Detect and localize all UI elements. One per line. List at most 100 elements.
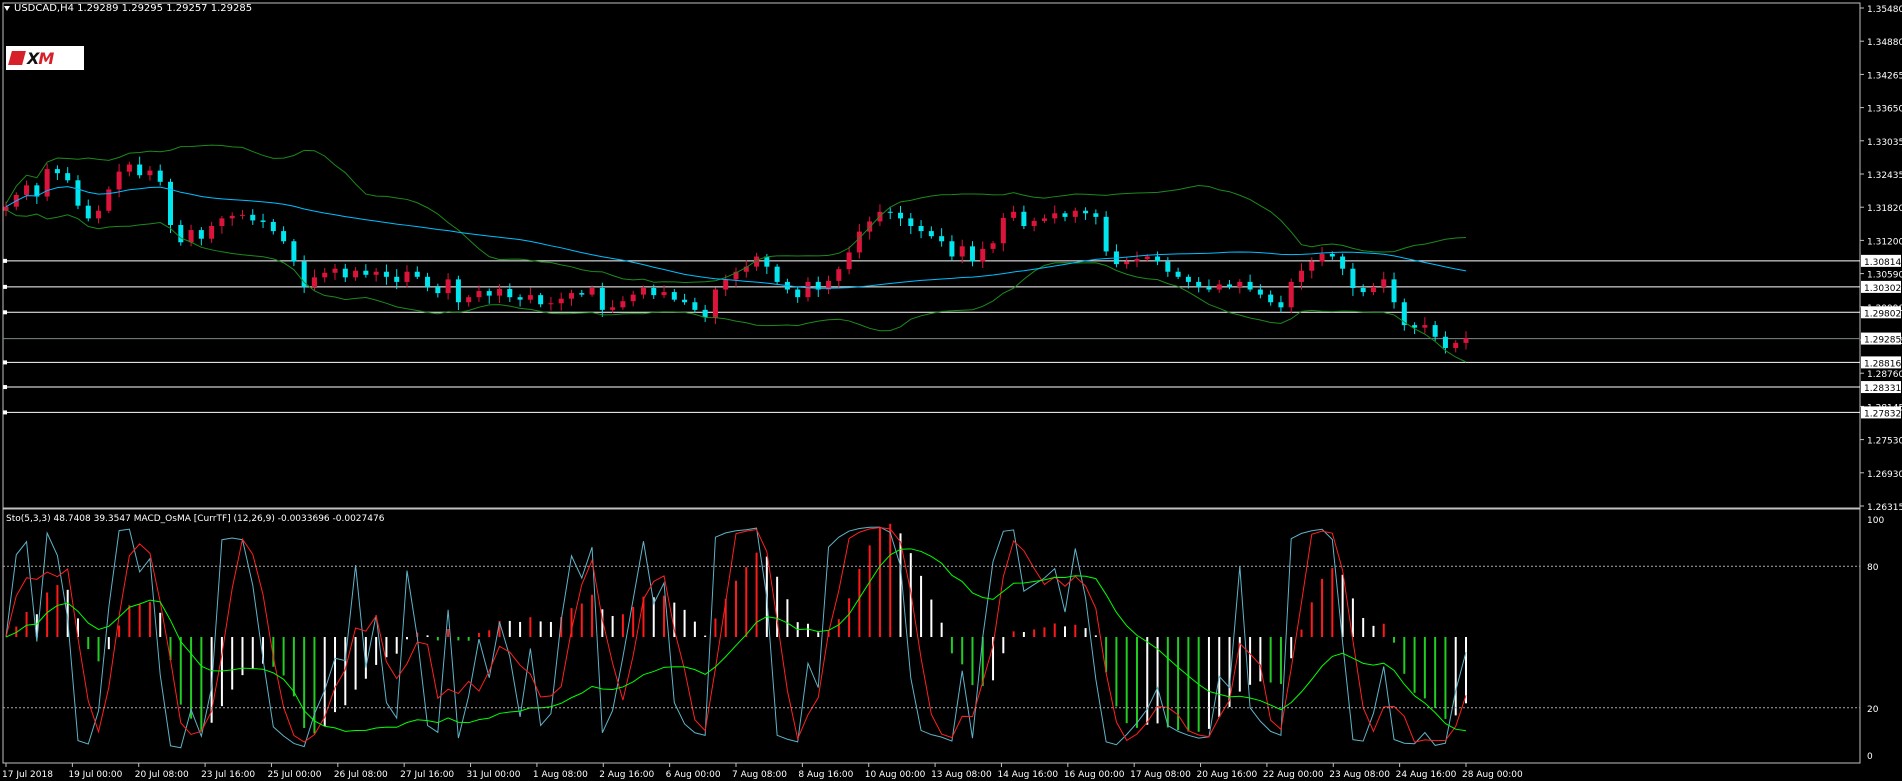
candle-body [239,214,245,216]
candle-body [682,299,688,303]
time-axis-label: 2 Aug 16:00 [599,770,654,780]
candle-body [1041,218,1047,221]
time-axis-label: 16 Aug 00:00 [1064,770,1125,780]
symbol-header-text: USDCAD,H4 1.29289 1.29295 1.29257 1.2928… [14,3,253,14]
chart-canvas[interactable]: 1.35480 1.34880 1.34265 1.33650 1.33035 1.324… [0,0,1902,781]
candle-body [671,292,677,300]
candle-body [281,231,287,242]
candle-body [1381,279,1387,287]
price-axis-label: 1.32435 [1867,171,1902,181]
price-axis-label: 1.26315 [1867,503,1902,513]
candle-body [383,271,389,277]
candle-body [764,256,770,267]
candle-body [1062,213,1068,217]
candle-body [363,270,369,275]
candle-body [959,246,965,257]
candle-body [1360,288,1366,293]
candle-body [178,224,184,243]
level-label: 1.28331 [1864,384,1901,394]
price-axis-label: 1.27530 [1867,437,1902,447]
level-label: 1.30814 [1864,258,1901,268]
candle-body [1227,284,1233,287]
time-axis-label: 20 Jul 08:00 [135,770,189,780]
level-handle [3,385,7,390]
level-handle [3,258,7,263]
time-axis-label: 31 Jul 00:00 [467,770,521,780]
candle-body [1463,338,1469,343]
candle-body [928,231,934,237]
indicator-header: Sto(5,3,3) 48.7408 39.3547 MACD_OsMA [Cu… [6,514,385,524]
candle-body [558,298,564,304]
candle-body [805,281,811,298]
xm-logo-text: XM [27,48,54,68]
candle-body [990,243,996,249]
price-axis-label: 1.33035 [1867,138,1902,148]
candle-body [908,218,914,227]
candle-body [1185,276,1191,282]
candle-body [856,231,862,253]
candle-body [476,291,482,298]
price-axis-label: 1.35480 [1867,5,1902,15]
dropdown-triangle-icon[interactable] [4,5,10,11]
candle-body [486,291,492,296]
candle-body [1011,211,1017,218]
candle-body [373,271,379,275]
candle-body [1298,270,1304,282]
candle-body [795,289,801,298]
time-axis-label: 13 Aug 08:00 [931,770,992,780]
candle-body [1124,261,1130,265]
candle-body [1422,325,1428,328]
candle-body [630,294,636,302]
candle-body [1144,256,1150,260]
candle-body [291,241,297,262]
candle-body [209,226,215,239]
time-axis-label: 24 Aug 16:00 [1396,770,1457,780]
candle-body [846,252,852,270]
candle-body [1093,213,1099,217]
candle-body [1165,261,1171,272]
level-handle [3,360,7,365]
candle-body [1000,217,1006,244]
candle-body [1175,271,1181,277]
time-axis-label: 6 Aug 00:00 [666,770,721,780]
level-handle [3,410,7,415]
candle-body [332,268,338,273]
candle-body [548,303,554,305]
candle-body [75,180,81,206]
candle-body [116,171,122,190]
candle-body [1391,279,1397,303]
candle-body [147,170,153,176]
candle-body [1432,325,1438,337]
xm-logo: XM [6,46,84,70]
candle-body [353,270,359,278]
candle-body [1340,256,1346,269]
candle-body [445,279,451,294]
candle-body [322,272,328,278]
candle-body [44,169,50,197]
time-axis-label: 27 Jul 16:00 [400,770,454,780]
candle-body [836,269,842,281]
candle-body [1268,294,1274,303]
candle-body [1247,281,1253,290]
price-axis-label: 1.30590 [1867,271,1902,281]
candle-body [497,289,503,296]
candle-body [651,288,657,296]
candle-body [229,215,235,219]
candle-body [898,212,904,219]
candle-body [65,173,71,181]
candle-body [168,181,174,225]
candle-body [1021,211,1027,227]
time-axis-label: 23 Aug 08:00 [1329,770,1390,780]
candle-body [1288,281,1294,308]
candle-body [1237,281,1243,287]
candle-body [692,302,698,310]
time-axis-label: 14 Aug 16:00 [997,770,1058,780]
candle-body [1309,261,1315,271]
candle-body [157,170,163,182]
candle-body [1103,216,1109,252]
candle-body [1329,253,1335,257]
candle-body [466,297,472,303]
candle-body [425,276,431,287]
candle-body [270,221,276,232]
time-axis-label: 28 Aug 00:00 [1462,770,1523,780]
